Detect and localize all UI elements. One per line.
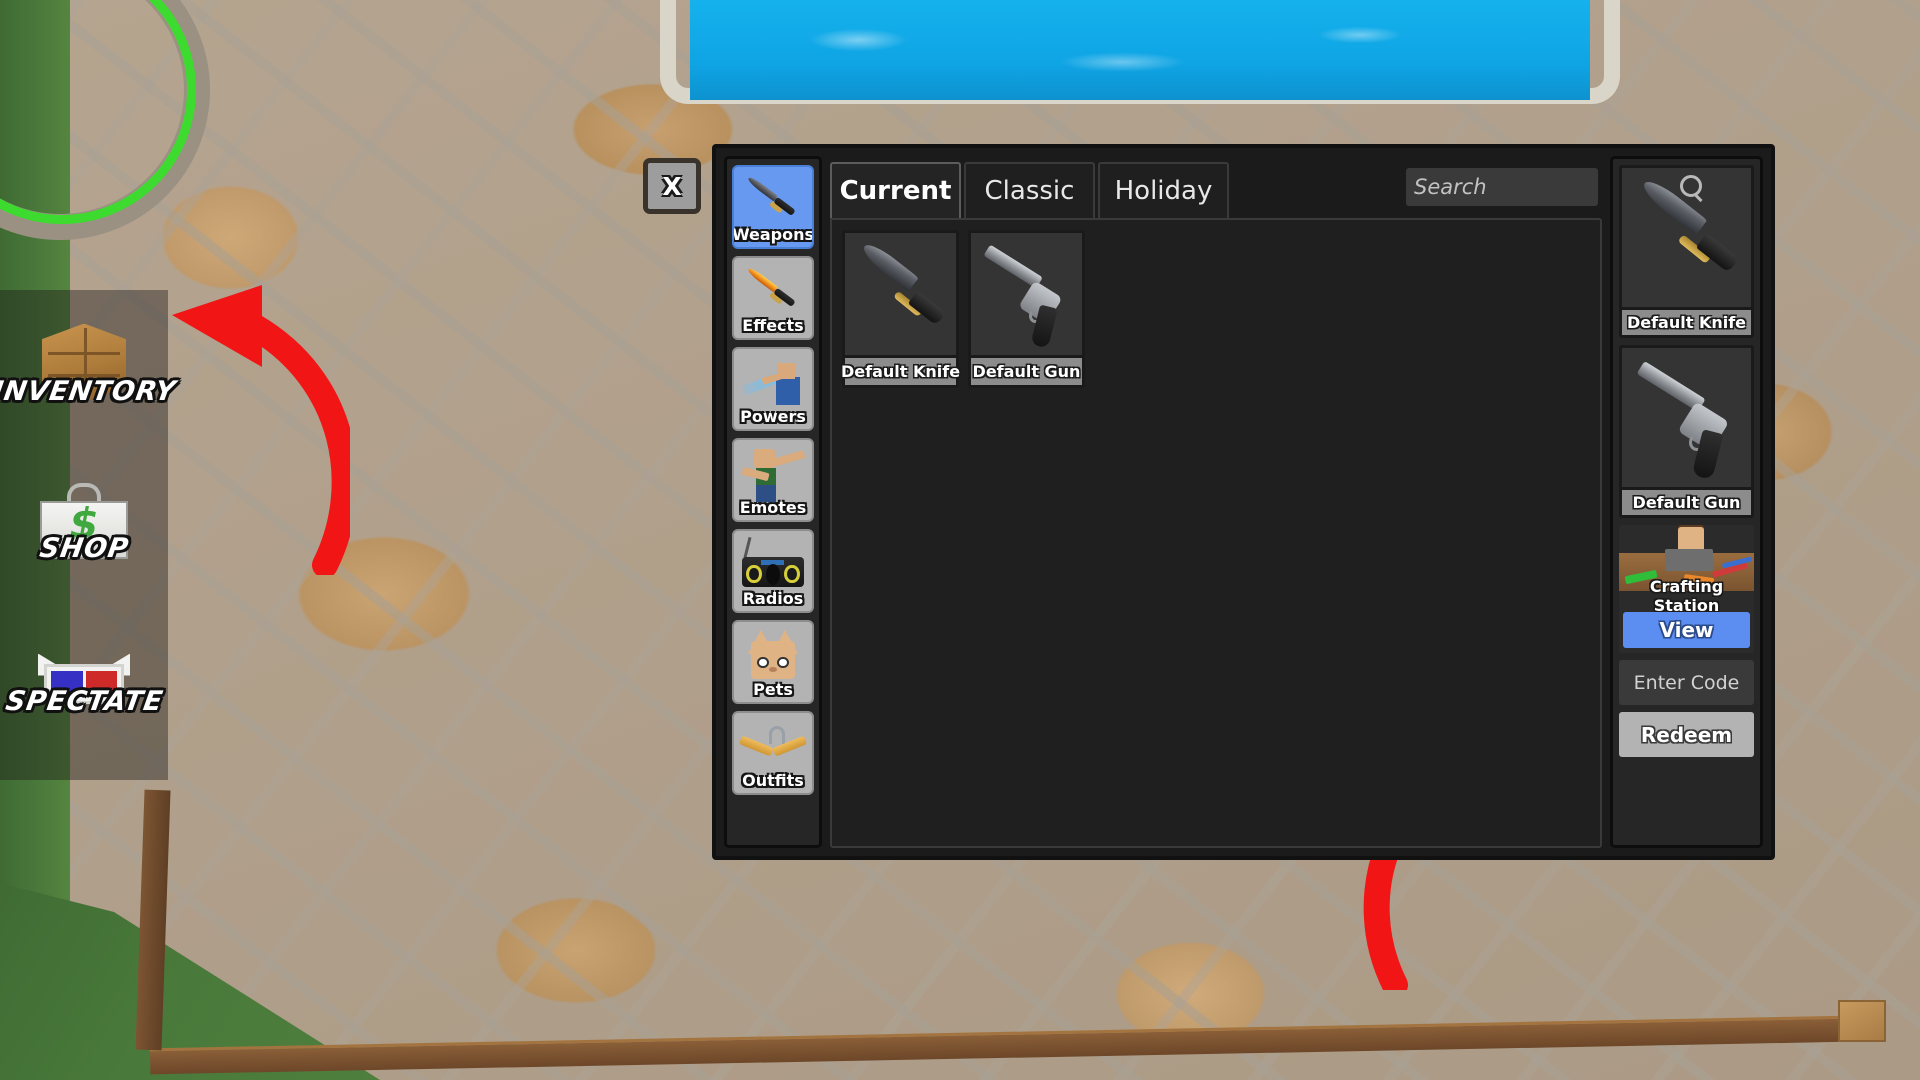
equipped-name-bar: Default Knife xyxy=(1622,307,1751,335)
item-name-bar: Default Knife xyxy=(841,355,960,385)
crafting-station-card[interactable]: Crafting Station View xyxy=(1619,525,1754,653)
enter-code-input[interactable] xyxy=(1619,671,1754,694)
crafting-station-title: Crafting Station xyxy=(1649,577,1724,615)
inventory-window: Weapons Effects Powers Emotes Radios Pet… xyxy=(712,144,1775,860)
equipped-name-gun: Default Gun xyxy=(1632,493,1741,512)
category-sidebar: Weapons Effects Powers Emotes Radios Pet… xyxy=(724,156,822,848)
item-name-default-knife: Default Knife xyxy=(840,362,961,381)
equipped-slot-knife[interactable]: Default Knife xyxy=(1619,165,1754,338)
content-column: Current Classic Holiday D xyxy=(830,156,1702,848)
close-button[interactable]: X xyxy=(643,158,701,214)
item-name-default-gun: Default Gun xyxy=(972,362,1081,381)
tab-bar: Current Classic Holiday xyxy=(830,156,1702,218)
hud-inventory-button[interactable]: INVENTORY xyxy=(0,290,178,440)
hud-shop-label: SHOP xyxy=(37,532,131,564)
tab-holiday-label: Holiday xyxy=(1114,176,1213,206)
flaming-knife-icon xyxy=(734,262,812,324)
sidebar-label-radios: Radios xyxy=(742,589,804,608)
close-icon: X xyxy=(662,171,682,201)
corner-crate-prop xyxy=(1838,1000,1886,1042)
sidebar-item-radios[interactable]: Radios xyxy=(732,529,814,613)
equipped-name-bar: Default Gun xyxy=(1622,487,1751,515)
left-hud-panel: INVENTORY $ SHOP SPECTATE xyxy=(0,290,178,780)
hud-spectate-label: SPECTATE xyxy=(3,685,165,717)
enter-code-field[interactable] xyxy=(1619,660,1754,705)
hud-spectate-button[interactable]: SPECTATE xyxy=(0,610,168,760)
cat-head-icon xyxy=(734,626,812,688)
equipped-thumbnail-gun xyxy=(1622,348,1751,487)
search-field[interactable] xyxy=(1406,168,1702,206)
equipped-name-knife: Default Knife xyxy=(1626,313,1747,332)
sidebar-label-pets: Pets xyxy=(753,680,793,699)
right-panel: Default Knife Default Gun Crafting Stati… xyxy=(1610,156,1763,848)
equipped-thumbnail-knife xyxy=(1622,168,1751,307)
tab-classic-label: Classic xyxy=(984,176,1075,206)
redeem-button-label: Redeem xyxy=(1640,722,1733,747)
tab-current[interactable]: Current xyxy=(830,162,961,218)
hud-shop-button[interactable]: $ SHOP xyxy=(0,448,168,598)
sidebar-label-effects: Effects xyxy=(742,316,804,335)
sidebar-label-weapons: Weapons xyxy=(732,225,814,244)
boombox-icon xyxy=(734,535,812,597)
sidebar-item-powers[interactable]: Powers xyxy=(732,347,814,431)
ice-power-icon xyxy=(734,353,812,415)
sidebar-item-effects[interactable]: Effects xyxy=(732,256,814,340)
item-card-default-gun[interactable]: Default Gun xyxy=(968,230,1085,388)
view-button[interactable]: View xyxy=(1623,612,1750,648)
sidebar-label-outfits: Outfits xyxy=(742,771,804,790)
dab-emote-icon xyxy=(734,444,812,506)
hud-inventory-label: INVENTORY xyxy=(0,375,178,407)
sidebar-item-outfits[interactable]: Outfits xyxy=(732,711,814,795)
sidebar-label-emotes: Emotes xyxy=(739,498,807,517)
knife-icon xyxy=(734,171,812,233)
item-grid: Default Knife Default Gun xyxy=(830,218,1602,848)
redeem-button[interactable]: Redeem xyxy=(1619,712,1754,757)
sidebar-item-emotes[interactable]: Emotes xyxy=(732,438,814,522)
tab-classic[interactable]: Classic xyxy=(964,162,1095,218)
tab-current-label: Current xyxy=(839,176,952,206)
clothes-hanger-icon xyxy=(734,717,812,779)
sidebar-item-pets[interactable]: Pets xyxy=(732,620,814,704)
view-button-label: View xyxy=(1659,618,1714,642)
tab-holiday[interactable]: Holiday xyxy=(1098,162,1229,218)
sidebar-item-weapons[interactable]: Weapons xyxy=(732,165,814,249)
item-name-bar: Default Gun xyxy=(971,355,1082,385)
equipped-slot-gun[interactable]: Default Gun xyxy=(1619,345,1754,518)
item-card-default-knife[interactable]: Default Knife xyxy=(841,230,960,388)
sidebar-label-powers: Powers xyxy=(740,407,806,426)
pool-shimmer xyxy=(700,0,1580,100)
item-thumbnail-knife xyxy=(845,233,956,355)
item-thumbnail-gun xyxy=(971,233,1082,355)
